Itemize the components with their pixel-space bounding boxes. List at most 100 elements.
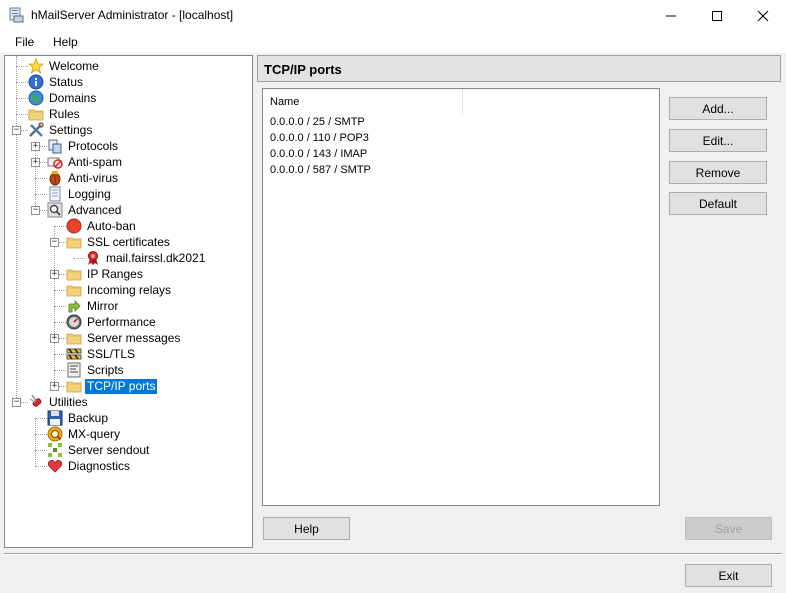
- tree-connector: [16, 82, 28, 83]
- tree-item-advanced[interactable]: Advanced: [47, 202, 123, 218]
- tree-item-incoming-relays[interactable]: Incoming relays: [66, 282, 173, 298]
- list-item[interactable]: 0.0.0.0 / 143 / IMAP: [270, 148, 367, 164]
- document-icon: [47, 186, 63, 202]
- tree-connector: [16, 66, 28, 67]
- edit-button[interactable]: Edit...: [669, 129, 767, 152]
- folder-icon: [66, 330, 82, 346]
- tree-connector: [16, 56, 17, 66]
- tree-connector: [35, 194, 47, 195]
- tree-item-label: Incoming relays: [87, 282, 172, 297]
- tree-item-protocols[interactable]: Protocols: [47, 138, 120, 154]
- tree-item-label: Mirror: [87, 298, 119, 313]
- tree-item-anti-spam[interactable]: Anti-spam: [47, 154, 124, 170]
- tree-item-diagnostics[interactable]: Diagnostics: [47, 458, 132, 474]
- tree-item-label: Server messages: [87, 330, 181, 345]
- tree-item-auto-ban[interactable]: Auto-ban: [66, 218, 138, 234]
- list-item[interactable]: 0.0.0.0 / 587 / SMTP: [270, 164, 371, 180]
- tree-item-performance[interactable]: Performance: [66, 314, 158, 330]
- remove-button[interactable]: Remove: [669, 161, 767, 184]
- tree-item-mirror[interactable]: Mirror: [66, 298, 120, 314]
- column-header-name[interactable]: Name: [263, 89, 463, 115]
- tree-connector: [35, 178, 47, 179]
- navigation-tree[interactable]: Welcome Status Domains Rules − Settings + Proto…: [4, 55, 253, 548]
- tree-connector: [35, 178, 36, 194]
- tree-item-ssl-tls[interactable]: SSL/TLS: [66, 346, 137, 362]
- magnifier-icon: [47, 202, 63, 218]
- expand-icon[interactable]: +: [31, 158, 40, 167]
- list-item[interactable]: 0.0.0.0 / 110 / POP3: [270, 132, 369, 148]
- tree-item-label: Server sendout: [68, 442, 150, 457]
- gauge-icon: [66, 314, 82, 330]
- anti-spam-icon: [47, 154, 63, 170]
- tree-item-label: Performance: [87, 314, 156, 329]
- collapse-icon[interactable]: −: [12, 126, 21, 135]
- help-button[interactable]: Help: [263, 517, 350, 540]
- stop-icon: [66, 218, 82, 234]
- tree-item-label: Protocols: [68, 138, 119, 153]
- tree-item-scripts[interactable]: Scripts: [66, 362, 126, 378]
- tree-connector: [73, 258, 85, 259]
- list-item[interactable]: 0.0.0.0 / 25 / SMTP: [270, 116, 365, 132]
- add-button[interactable]: Add...: [669, 97, 767, 120]
- expand-icon[interactable]: +: [50, 270, 59, 279]
- tools-icon: [28, 122, 44, 138]
- close-icon: [757, 10, 769, 21]
- expand-icon[interactable]: +: [31, 142, 40, 151]
- tree-item-tcpip-ports[interactable]: TCP/IP ports: [66, 378, 158, 394]
- tree-item-label: SSL certificates: [87, 234, 170, 249]
- menu-help[interactable]: Help: [53, 35, 78, 49]
- certificate-icon: [85, 250, 101, 266]
- tree-item-server-sendout[interactable]: Server sendout: [47, 442, 151, 458]
- tree-item-label: mail.fairssl.dk2021: [106, 250, 206, 265]
- tree-connector: [54, 354, 55, 370]
- tree-item-anti-virus[interactable]: Anti-virus: [47, 170, 120, 186]
- tree-item-ip-ranges[interactable]: IP Ranges: [66, 266, 145, 282]
- expand-icon[interactable]: +: [50, 382, 59, 391]
- tree-connector: [54, 306, 66, 307]
- default-button[interactable]: Default: [669, 192, 767, 215]
- tree-connector: [16, 130, 17, 402]
- tree-item-label: Diagnostics: [68, 458, 131, 473]
- expand-icon[interactable]: +: [50, 334, 59, 343]
- tree-item-label: MX-query: [68, 426, 121, 441]
- tree-connector: [35, 466, 47, 467]
- menu-bar: File Help: [0, 31, 786, 53]
- bug-icon: [47, 170, 63, 186]
- tree-item-settings[interactable]: Settings: [28, 122, 94, 138]
- mx-query-icon: [47, 426, 63, 442]
- tree-item-domains[interactable]: Domains: [28, 90, 98, 106]
- maximize-button[interactable]: [694, 0, 740, 31]
- tree-item-backup[interactable]: Backup: [47, 410, 110, 426]
- title-bar: hMailServer Administrator - [localhost]: [0, 0, 786, 31]
- tree-item-rules[interactable]: Rules: [28, 106, 82, 122]
- tree-item-ssl-certificates[interactable]: SSL certificates: [66, 234, 172, 250]
- tree-item-status[interactable]: Status: [28, 74, 85, 90]
- menu-file[interactable]: File: [15, 35, 34, 49]
- heart-icon: [47, 458, 63, 474]
- tree-item-welcome[interactable]: Welcome: [28, 58, 101, 74]
- tree-item-label: Scripts: [87, 362, 124, 377]
- collapse-icon[interactable]: −: [31, 206, 40, 215]
- minimize-button[interactable]: [648, 0, 694, 31]
- panel-title: TCP/IP ports: [264, 62, 342, 77]
- tree-item-label: Settings: [49, 122, 93, 137]
- tree-item-logging[interactable]: Logging: [47, 186, 113, 202]
- tree-item-cert-mail[interactable]: mail.fairssl.dk2021: [85, 250, 207, 266]
- exit-button[interactable]: Exit: [685, 564, 772, 587]
- tree-item-label: TCP/IP ports: [85, 378, 158, 394]
- tree-item-utilities[interactable]: Utilities: [28, 394, 90, 410]
- ports-list[interactable]: Name 0.0.0.0 / 25 / SMTP 0.0.0.0 / 110 /…: [262, 88, 660, 506]
- tree-item-mx-query[interactable]: MX-query: [47, 426, 122, 442]
- tree-connector: [16, 82, 17, 98]
- globe-icon: [28, 90, 44, 106]
- star-icon: [28, 58, 44, 74]
- close-button[interactable]: [740, 0, 786, 31]
- collapse-icon[interactable]: −: [12, 398, 21, 407]
- collapse-icon[interactable]: −: [50, 238, 59, 247]
- sendout-icon: [47, 442, 63, 458]
- tree-item-server-messages[interactable]: Server messages: [66, 330, 182, 346]
- tree-item-label: Logging: [68, 186, 111, 201]
- tree-item-label: Auto-ban: [87, 218, 136, 233]
- save-button[interactable]: Save: [685, 517, 772, 540]
- footer-separator: [4, 553, 782, 555]
